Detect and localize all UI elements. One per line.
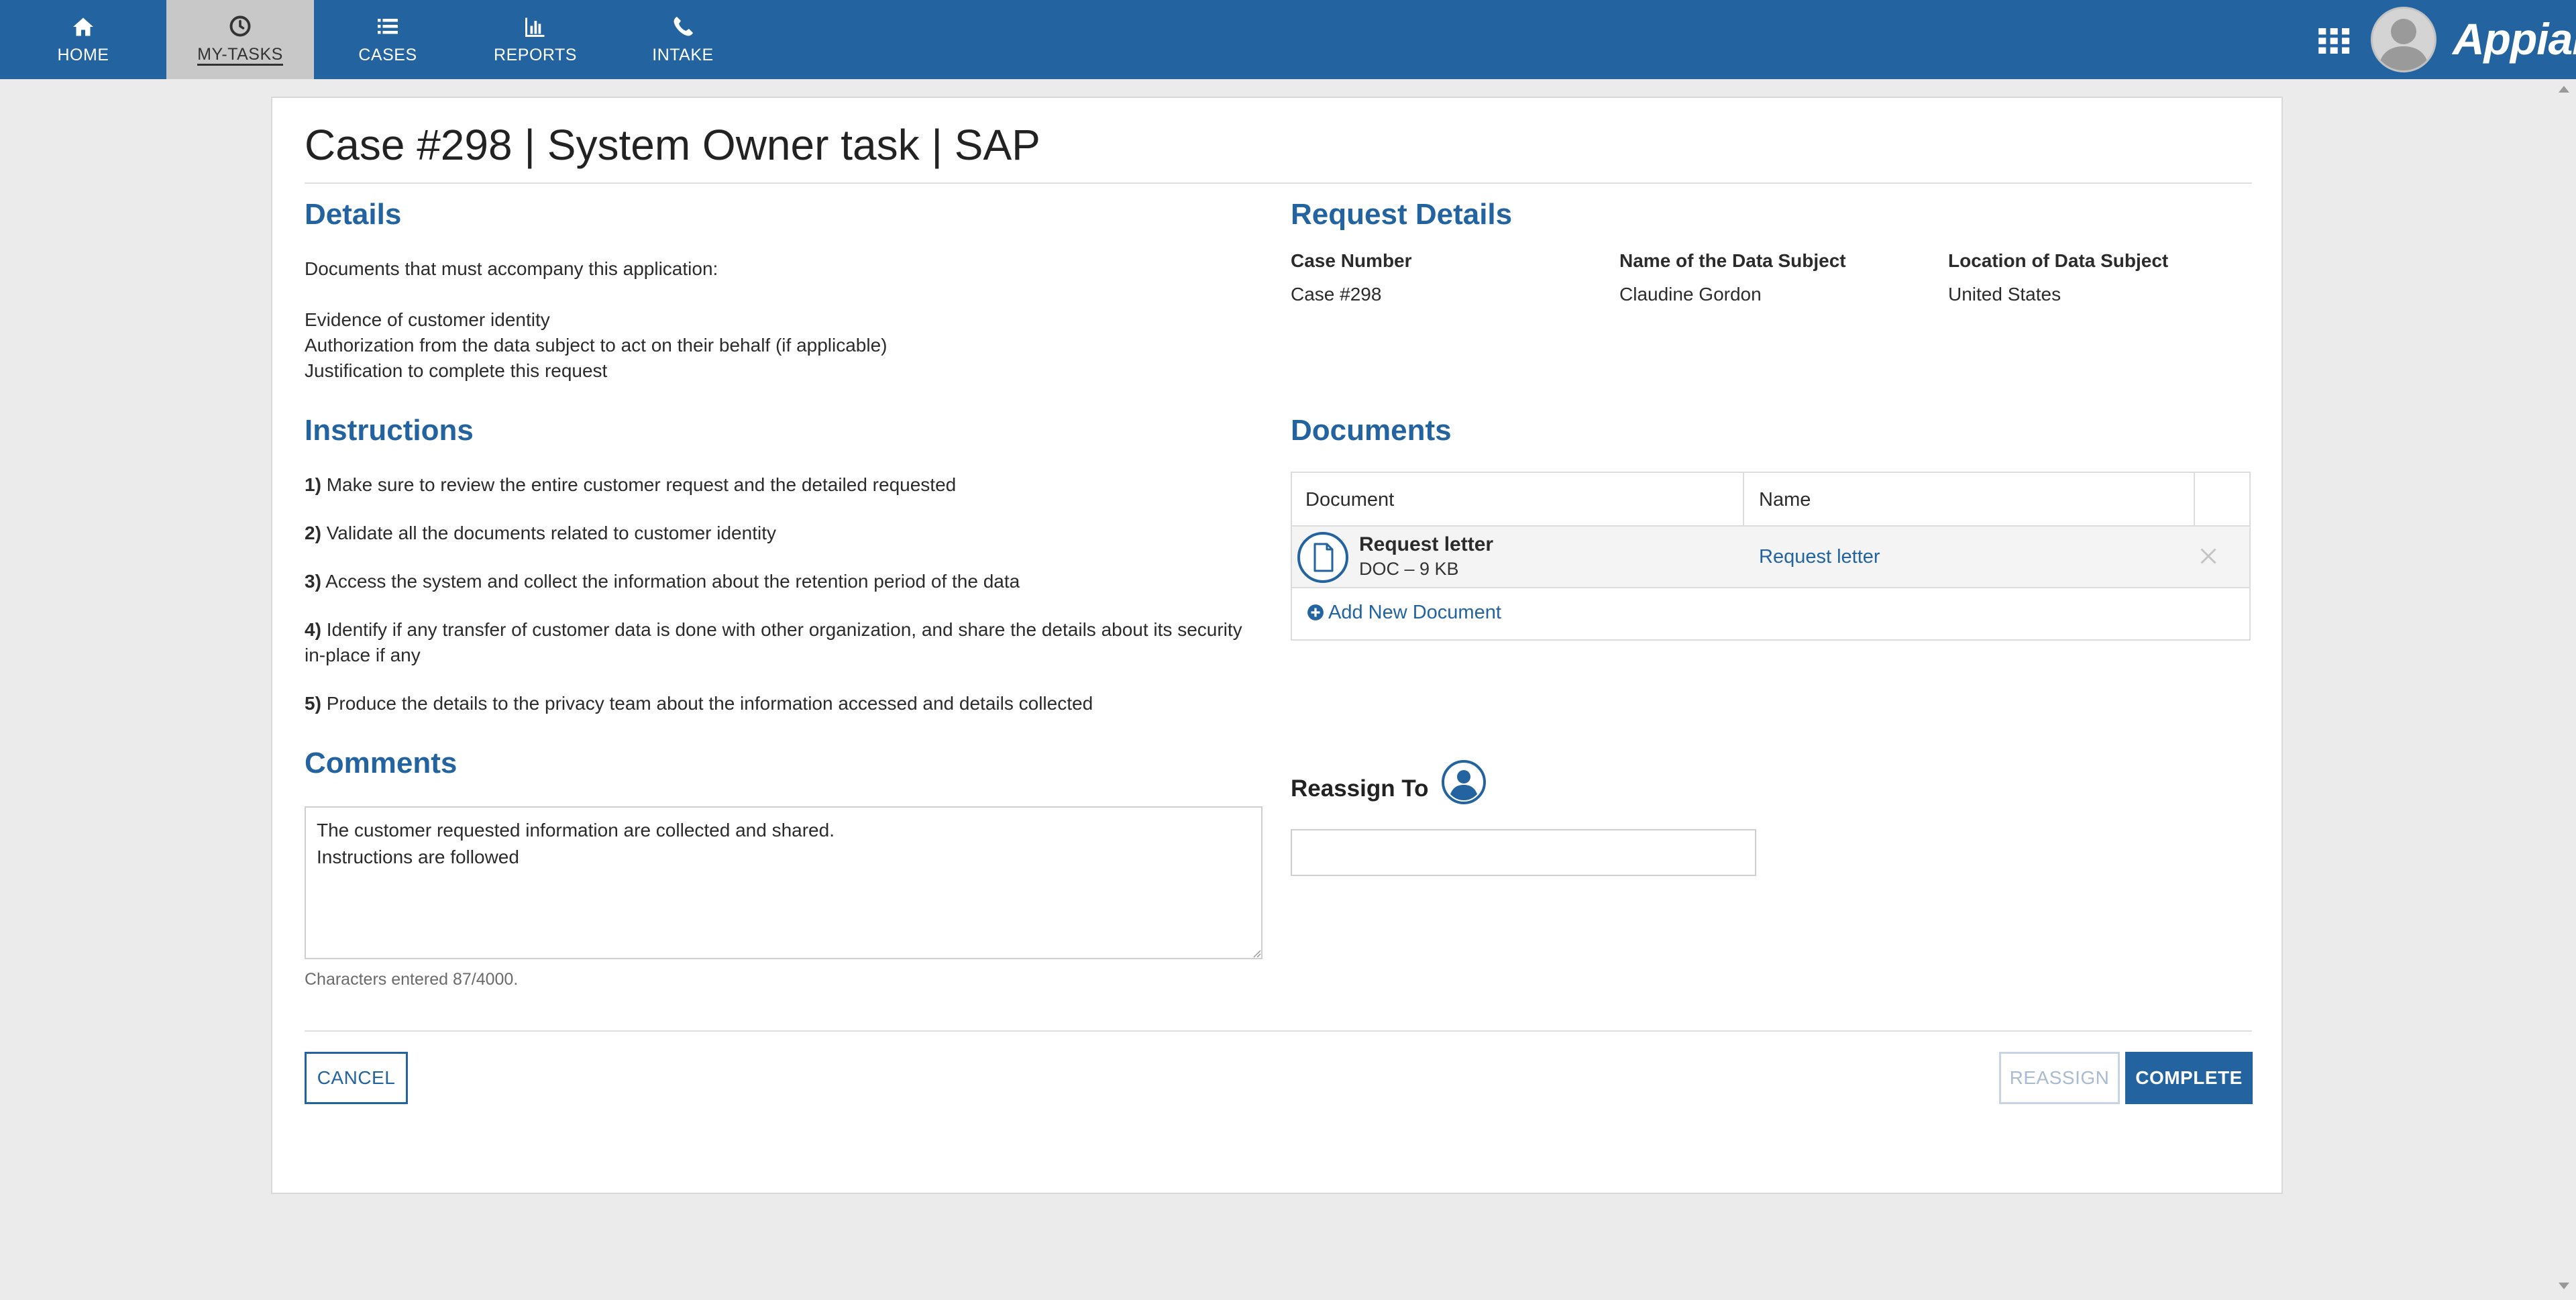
instruction-step: 5) Produce the details to the privacy te… <box>305 691 1257 716</box>
document-file-meta: DOC – 9 KB <box>1359 559 1459 579</box>
nav-cases-label: CASES <box>358 46 417 64</box>
bar-chart-icon <box>525 17 545 37</box>
instruction-step-text: Produce the details to the privacy team … <box>326 693 1093 714</box>
nav-reports-label: REPORTS <box>494 46 577 64</box>
document-icon-glyph <box>1313 543 1334 572</box>
column-header-document[interactable]: Document <box>1305 488 1394 512</box>
clock-icon <box>229 15 251 36</box>
reassign-user-input[interactable] <box>1291 829 1756 876</box>
details-intro: Documents that must accompany this appli… <box>305 258 718 279</box>
instruction-step-number: 1) <box>305 474 321 495</box>
documents-grid: Document Name Request letter DOC – 9 KB … <box>1291 472 2251 641</box>
documents-grid-header: Document Name <box>1292 473 2249 527</box>
details-item: Justification to complete this request <box>305 360 608 381</box>
nav-cases[interactable]: CASES <box>321 0 455 79</box>
instruction-step-number: 4) <box>305 619 321 640</box>
nav-my-tasks[interactable]: MY-TASKS <box>166 0 314 79</box>
nav-my-tasks-label: MY-TASKS <box>197 45 283 66</box>
document-name-link[interactable]: Request letter <box>1759 545 1880 569</box>
nav-home-label: HOME <box>57 46 109 64</box>
home-icon <box>73 17 93 36</box>
instruction-step-number: 3) <box>305 571 321 592</box>
resize-grip-icon[interactable] <box>1250 947 1261 958</box>
document-file-name[interactable]: Request letter <box>1359 532 1493 557</box>
remove-row-icon[interactable] <box>2196 544 2220 568</box>
data-subject-location-value: United States <box>1948 284 2061 305</box>
footer-divider <box>305 1030 2252 1032</box>
scroll-up-arrow-icon[interactable] <box>2559 86 2569 93</box>
add-new-document-link[interactable]: Add New Document <box>1307 600 1501 625</box>
details-item: Evidence of customer identity <box>305 309 550 330</box>
instruction-step-text: Access the system and collect the inform… <box>325 571 1020 592</box>
instruction-step: 4) Identify if any transfer of customer … <box>305 617 1257 668</box>
instruction-step-text: Identify if any transfer of customer dat… <box>305 619 1242 665</box>
title-divider <box>305 182 2252 184</box>
details-item: Authorization from the data subject to a… <box>305 335 888 356</box>
data-subject-name-label: Name of the Data Subject <box>1619 250 1846 271</box>
grid-icon[interactable] <box>2318 28 2351 54</box>
cancel-button[interactable]: CANCEL <box>305 1052 408 1104</box>
page-title: Case #298 | System Owner task | SAP <box>305 121 1040 169</box>
complete-button[interactable]: COMPLETE <box>2125 1052 2253 1104</box>
user-circle-icon[interactable] <box>1441 759 1487 805</box>
documents-heading: Documents <box>1291 414 1452 447</box>
column-header-name[interactable]: Name <box>1759 488 1811 512</box>
document-icon[interactable] <box>1297 532 1348 583</box>
plus-circle-icon <box>1307 604 1324 620</box>
nav-intake-label: INTAKE <box>652 46 714 64</box>
details-heading: Details <box>305 198 402 231</box>
instruction-step-number: 2) <box>305 523 321 543</box>
instruction-step-text: Make sure to review the entire customer … <box>326 474 957 495</box>
list-icon <box>378 19 398 34</box>
character-count: Characters entered 87/4000. <box>305 970 519 989</box>
case-number-label: Case Number <box>1291 250 1412 271</box>
scroll-down-arrow-icon[interactable] <box>2559 1283 2569 1289</box>
nav-reports[interactable]: REPORTS <box>468 0 602 79</box>
task-form-card: Case #298 | System Owner task | SAP Deta… <box>271 97 2283 1194</box>
nav-home[interactable]: HOME <box>0 0 166 79</box>
data-subject-location-label: Location of Data Subject <box>1948 250 2169 271</box>
nav-intake[interactable]: INTAKE <box>616 0 750 79</box>
avatar-silhouette <box>2378 19 2429 70</box>
reassign-to-label: Reassign To <box>1291 775 1429 802</box>
instruction-step: 3) Access the system and collect the inf… <box>305 569 1257 594</box>
data-subject-name-value: Claudine Gordon <box>1619 284 1762 305</box>
instruction-step-text: Validate all the documents related to cu… <box>326 523 776 543</box>
comments-heading: Comments <box>305 747 458 779</box>
case-number-value: Case #298 <box>1291 284 1382 305</box>
reassign-button[interactable]: REASSIGN <box>1999 1052 2120 1104</box>
instruction-step: 2) Validate all the documents related to… <box>305 521 1257 546</box>
comments-textarea[interactable]: The customer requested information are c… <box>305 806 1263 959</box>
add-new-document-label: Add New Document <box>1328 602 1501 623</box>
appian-logo[interactable]: Appian <box>2453 12 2576 66</box>
user-avatar-icon[interactable] <box>2371 7 2436 72</box>
phone-icon <box>674 17 693 36</box>
table-row: Request letter DOC – 9 KB Request letter <box>1292 527 2249 588</box>
instructions-heading: Instructions <box>305 414 474 447</box>
instruction-step: 1) Make sure to review the entire custom… <box>305 472 1257 498</box>
request-details-heading: Request Details <box>1291 198 1513 231</box>
instruction-step-number: 5) <box>305 693 321 714</box>
top-navigation-bar: HOME MY-TASKS CASES REPORTS INTAKE Appia… <box>0 0 2576 79</box>
